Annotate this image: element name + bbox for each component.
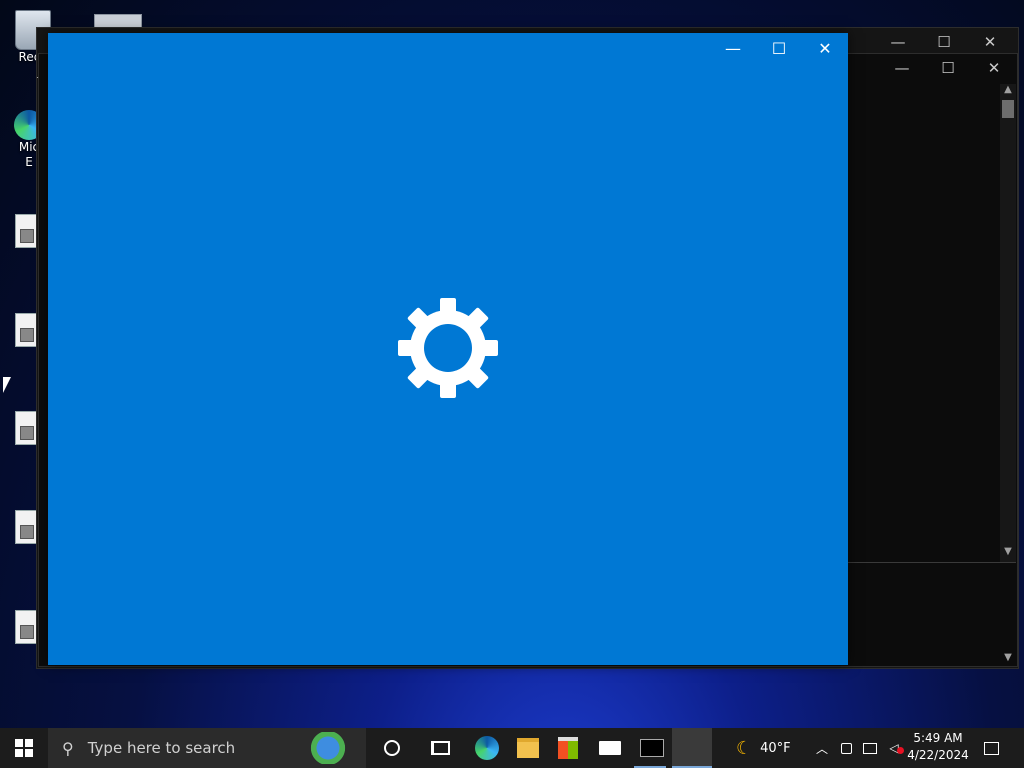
task-view-button[interactable] [418, 728, 462, 768]
search-box[interactable]: ⚲ Type here to search [48, 728, 366, 768]
minimize-button[interactable]: — [875, 28, 921, 56]
scroll-down-arrow[interactable]: ▼ [1000, 652, 1016, 663]
scrollbar-thumb[interactable] [1002, 100, 1014, 118]
divider [848, 562, 1016, 563]
weather-temp: 40°F [760, 740, 791, 756]
minimize-button[interactable]: — [879, 54, 925, 82]
scroll-down-arrow[interactable]: ▼ [1000, 546, 1016, 557]
camera-icon [840, 742, 852, 754]
clock-time: 5:49 AM [913, 731, 963, 745]
console-output[interactable] [848, 84, 1000, 562]
scroll-up-arrow[interactable]: ▲ [1000, 84, 1016, 95]
search-placeholder: Type here to search [87, 739, 236, 757]
minimize-button[interactable]: — [710, 33, 756, 65]
volume-muted-icon: ◁ [889, 741, 905, 755]
maximize-button[interactable]: ☐ [756, 33, 802, 65]
settings-splash-window[interactable]: — ☐ ✕ [48, 33, 848, 665]
close-button[interactable]: ✕ [971, 54, 1017, 82]
running-app-button[interactable] [672, 728, 712, 768]
search-highlight-icon [294, 732, 362, 764]
close-button[interactable]: ✕ [967, 28, 1013, 56]
chevron-up-icon: ︿ [815, 741, 828, 756]
network-icon [863, 742, 877, 754]
meet-now-button[interactable] [836, 728, 856, 768]
mail-button[interactable] [590, 728, 630, 768]
close-button[interactable]: ✕ [802, 33, 848, 65]
windows-logo-icon [15, 739, 33, 757]
file-explorer-icon [517, 738, 539, 758]
gear-icon [398, 298, 498, 398]
store-button[interactable] [548, 728, 588, 768]
terminal-button[interactable] [634, 728, 670, 768]
show-hidden-icons-button[interactable]: ︿ [812, 728, 832, 768]
search-icon: ⚲ [62, 738, 74, 758]
moon-icon: ☾ [736, 737, 753, 759]
start-button[interactable] [0, 728, 48, 768]
file-explorer-button[interactable] [508, 728, 548, 768]
maximize-button[interactable]: ☐ [921, 28, 967, 56]
clock-date: 4/22/2024 [907, 748, 969, 762]
network-button[interactable] [860, 728, 880, 768]
volume-button[interactable]: ◁ [884, 728, 905, 768]
mail-icon [599, 741, 621, 755]
store-icon [558, 737, 578, 759]
edge-icon [475, 736, 499, 760]
terminal-icon [640, 739, 664, 757]
mouse-cursor [3, 377, 11, 393]
cortana-button[interactable] [370, 728, 414, 768]
cortana-icon [384, 740, 400, 756]
notifications-button[interactable] [978, 728, 1004, 768]
task-view-icon [430, 741, 450, 755]
edge-taskbar-button[interactable] [466, 728, 508, 768]
scrollbar[interactable]: ▲ ▼ [1000, 84, 1016, 562]
clock[interactable]: 5:49 AM 4/22/2024 [906, 730, 970, 764]
taskbar: ⚲ Type here to search ☾ 40°F ︿ ◁ 5:49 AM… [0, 728, 1024, 768]
notification-icon [983, 741, 999, 755]
maximize-button[interactable]: ☐ [925, 54, 971, 82]
weather-widget[interactable]: ☾ 40°F [736, 728, 802, 768]
